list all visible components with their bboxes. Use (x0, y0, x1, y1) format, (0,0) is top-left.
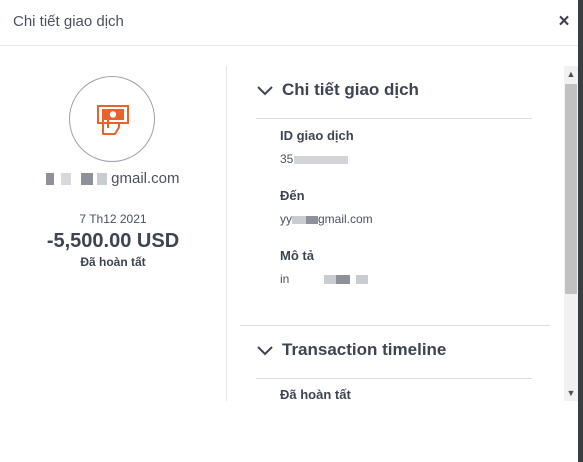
redacted-text (306, 215, 318, 224)
scrollbar-thumb[interactable] (565, 84, 577, 294)
chevron-down-icon (257, 345, 273, 355)
transaction-summary: gmail.com 7 Th12 2021 -5,500.00 USD Đã h… (0, 66, 226, 401)
close-button[interactable]: × (556, 12, 572, 32)
cash-payment-icon (97, 105, 129, 135)
details-panel: Chi tiết giao dịch ID giao dịch 35 Đến y… (240, 66, 564, 401)
redacted-text (80, 173, 93, 186)
recipient-email-value: yy gmail.com (280, 212, 373, 226)
timeline-section-title: Transaction timeline (282, 340, 447, 359)
field-label: Đến (280, 188, 305, 203)
dialog-header: Chi tiết giao dịch × (0, 0, 578, 46)
redacted-text (46, 173, 55, 186)
transaction-date: 7 Th12 2021 (79, 212, 147, 226)
redacted-text (356, 275, 369, 285)
redacted-text (336, 275, 351, 285)
avatar (69, 76, 155, 162)
transaction-status: Đã hoàn tất (80, 255, 146, 269)
scroll-down-arrow-icon[interactable]: ▼ (564, 385, 578, 401)
details-section-title: Chi tiết giao dịch (282, 80, 419, 99)
field-label: Mô tả (280, 248, 314, 263)
description-value: in (280, 272, 369, 286)
redacted-text (294, 155, 349, 164)
dialog-title: Chi tiết giao dịch (13, 13, 124, 30)
field-label: ID giao dịch (280, 128, 354, 143)
email-suffix: gmail.com (111, 170, 180, 187)
column-divider (226, 66, 227, 401)
redacted-text (324, 275, 337, 285)
details-scrollbar[interactable]: ▲ ▼ (564, 66, 578, 401)
section-divider (256, 378, 532, 379)
recipient-prefix: yy (280, 212, 292, 226)
transaction-amount: -5,500.00 USD (46, 230, 180, 252)
recipient-suffix: gmail.com (318, 212, 373, 226)
window-edge (578, 0, 583, 462)
redacted-text (292, 215, 306, 224)
section-divider (256, 118, 532, 119)
redacted-text (60, 173, 71, 186)
description-prefix: in (280, 272, 290, 286)
redacted-text (96, 173, 107, 186)
details-section-toggle[interactable]: Chi tiết giao dịch (256, 80, 419, 104)
transaction-id-value: 35 (280, 152, 349, 166)
chevron-down-icon (257, 85, 273, 95)
scroll-up-arrow-icon[interactable]: ▲ (564, 66, 578, 82)
transaction-id-prefix: 35 (280, 152, 294, 166)
section-separator (240, 325, 550, 326)
transaction-detail-dialog: Chi tiết giao dịch × gmail.com 7 Th12 20… (0, 0, 578, 462)
timeline-status: Đã hoàn tất (280, 387, 351, 401)
timeline-section-toggle[interactable]: Transaction timeline (256, 340, 446, 364)
counterparty-email: gmail.com (0, 170, 226, 187)
